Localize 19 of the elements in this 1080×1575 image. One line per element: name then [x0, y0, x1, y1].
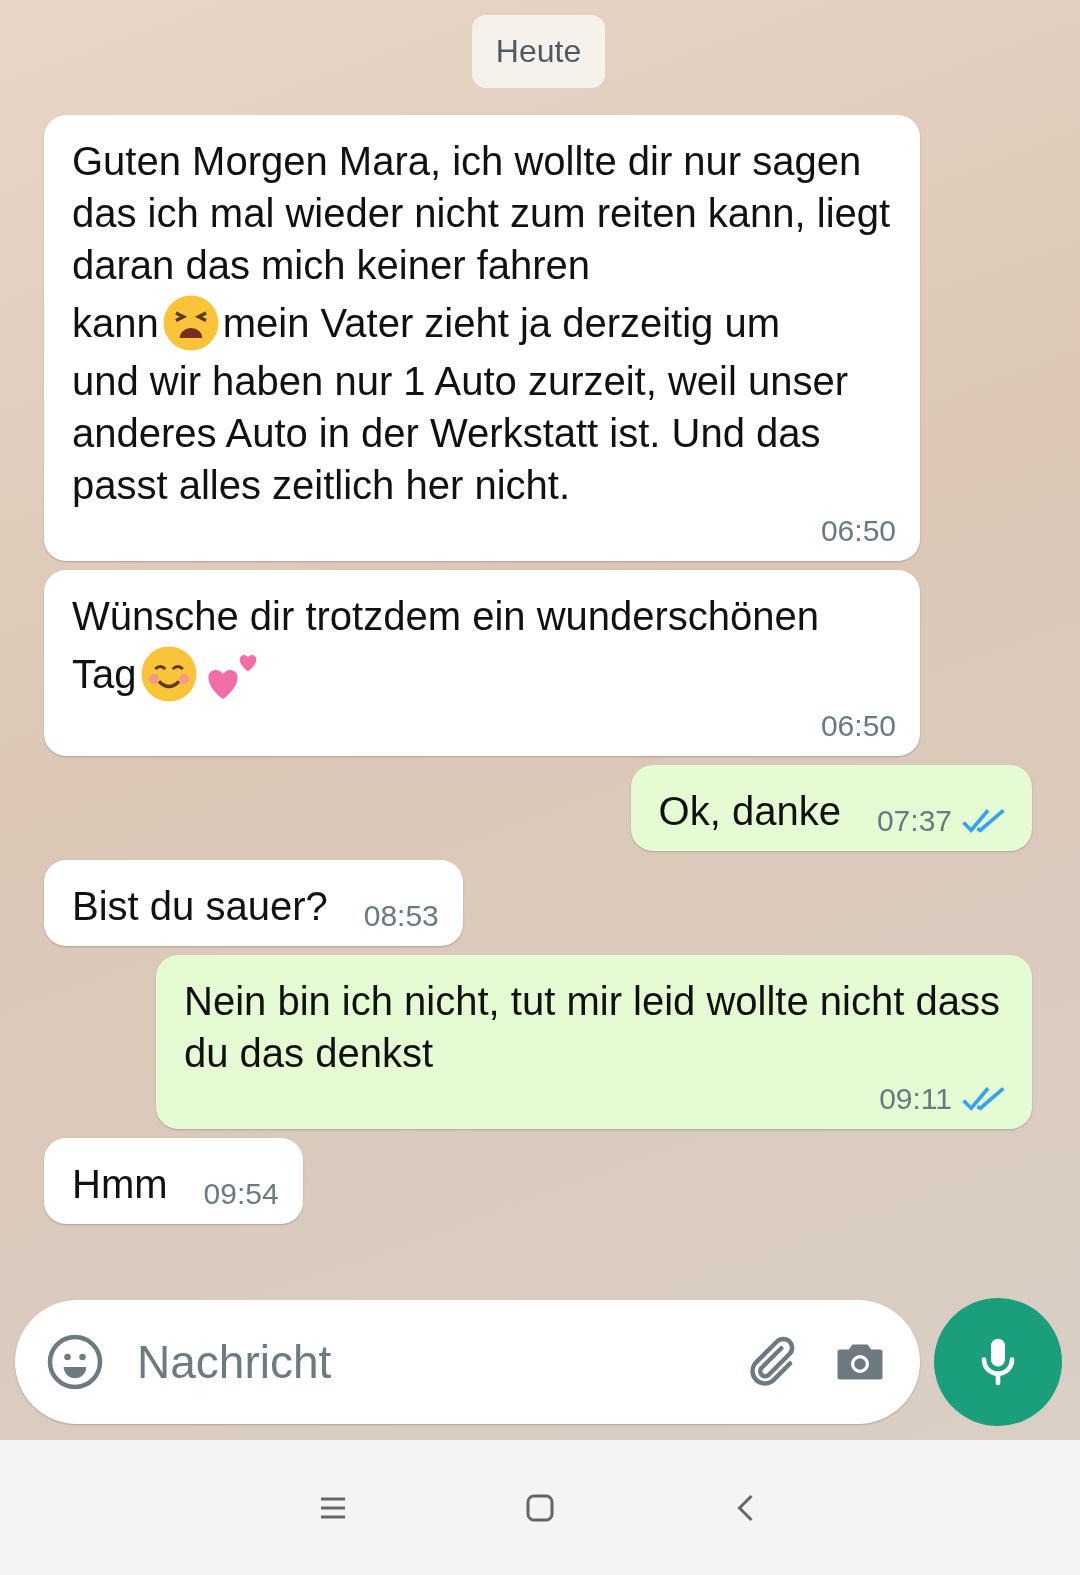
message-text: kann	[72, 300, 159, 347]
date-label: Heute	[471, 15, 606, 88]
message-text: Ok, danke	[658, 788, 841, 835]
message-text: Tag	[72, 651, 137, 698]
message-time: 06:50	[820, 708, 896, 744]
message-time: 07:37	[876, 803, 952, 839]
message-text: Nein bin ich nicht, tut mir leid wollte nicht dass du das denkst	[184, 978, 1001, 1077]
message-text: mein Vater zieht ja derzeitig um	[222, 300, 781, 347]
message-text: Wünsche dir trotzdem ein wunderschönen	[72, 593, 821, 640]
message-composer-field[interactable]: Nachricht	[15, 1300, 920, 1424]
message-input-field[interactable]: Nachricht	[135, 1334, 710, 1390]
message-time: 06:50	[820, 513, 896, 549]
message-text: Hmm	[72, 1161, 168, 1208]
message-time: 08:53	[363, 898, 439, 934]
message-time: 09:54	[203, 1176, 279, 1212]
message-text: und wir haben nur 1 Auto zurzeit, weil unser anderes Auto in der Werkstatt ist. Und das passt alles zeitlich her nicht.	[72, 358, 849, 509]
message-text: Bist du sauer?	[72, 883, 328, 930]
emoji-icon[interactable]	[45, 1332, 105, 1392]
message-time: 09:11	[879, 1081, 952, 1117]
